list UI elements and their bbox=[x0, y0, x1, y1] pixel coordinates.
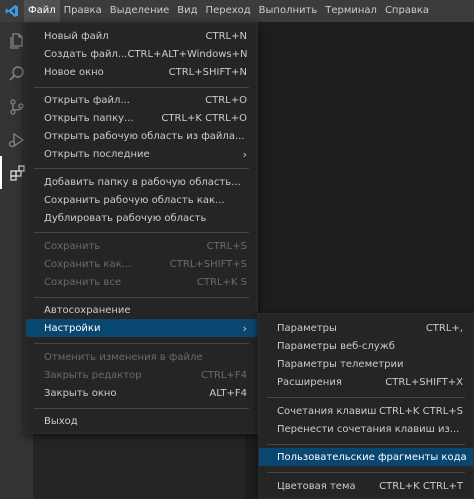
menu-item-label: Закрыть редактор bbox=[44, 369, 142, 381]
submenu-user-snippets[interactable]: Пользовательские фрагменты кода bbox=[259, 448, 473, 466]
menu-item-label: Создать файл... bbox=[44, 48, 128, 60]
menubar-selection[interactable]: Выделение bbox=[106, 0, 174, 22]
menu-item-label: Дублировать рабочую область bbox=[44, 212, 207, 224]
menu-item-shortcut: CTRL+SHIFT+N bbox=[168, 66, 247, 78]
menu-item-shortcut: CTRL+F4 bbox=[200, 369, 247, 381]
menu-item-label: Сохранить рабочую область как... bbox=[44, 194, 225, 206]
menu-add-folder-workspace[interactable]: Добавить папку в рабочую область... bbox=[26, 173, 257, 191]
menu-item-label: Открыть файл... bbox=[44, 94, 130, 106]
menu-item-shortcut: ALT+F4 bbox=[209, 387, 247, 399]
menu-save-workspace-as[interactable]: Сохранить рабочую область как... bbox=[26, 191, 257, 209]
submenu-online-services[interactable]: Параметры веб-служб bbox=[259, 337, 473, 355]
menubar-run[interactable]: Выполнить bbox=[255, 0, 322, 22]
menu-item-label: Добавить папку в рабочую область... bbox=[44, 176, 241, 188]
menu-new-file[interactable]: Новый файл CTRL+N bbox=[26, 27, 257, 45]
menu-item-label: Открыть папку... bbox=[44, 112, 134, 124]
menu-item-shortcut: CTRL+SHIFT+X bbox=[385, 376, 463, 388]
menu-item-label: Открыть последние bbox=[44, 148, 150, 160]
menu-item-label: Отменить изменения в файле bbox=[44, 351, 203, 363]
menu-item-label: Настройки bbox=[44, 322, 101, 334]
menu-item-shortcut: CTRL+K CTRL+O bbox=[161, 112, 247, 124]
menu-separator bbox=[34, 168, 249, 169]
menu-open-workspace[interactable]: Открыть рабочую область из файла... bbox=[26, 127, 257, 145]
menu-item-label: Параметры веб-служб bbox=[277, 340, 395, 352]
menu-item-shortcut: CTRL+K CTRL+T bbox=[379, 480, 463, 492]
menu-item-label: Автосохранение bbox=[44, 304, 131, 316]
submenu-telemetry[interactable]: Параметры телеметрии bbox=[259, 355, 473, 373]
menu-separator bbox=[267, 444, 465, 445]
menu-save[interactable]: Сохранить CTRL+S bbox=[26, 237, 257, 255]
menu-separator bbox=[34, 343, 249, 344]
menu-item-label: Закрыть окно bbox=[44, 387, 117, 399]
menubar-file[interactable]: Файл bbox=[24, 0, 60, 22]
menu-item-label: Открыть рабочую область из файла... bbox=[44, 130, 245, 142]
menubar-go[interactable]: Переход bbox=[202, 0, 255, 22]
menu-item-label: Пользовательские фрагменты кода bbox=[277, 451, 467, 463]
submenu-settings[interactable]: Параметры CTRL+, bbox=[259, 319, 473, 337]
menu-item-shortcut: CTRL+N bbox=[205, 30, 247, 42]
menu-item-label: Новый файл bbox=[44, 30, 109, 42]
submenu-keyboard-shortcuts[interactable]: Сочетания клавиш CTRL+K CTRL+S bbox=[259, 402, 473, 420]
menu-new-window[interactable]: Новое окно CTRL+SHIFT+N bbox=[26, 63, 257, 81]
menubar-edit[interactable]: Правка bbox=[60, 0, 106, 22]
menu-item-label: Сохранить bbox=[44, 240, 101, 252]
menu-item-label: Сохранить как... bbox=[44, 258, 132, 270]
menu-separator bbox=[34, 408, 249, 409]
menu-revert-file[interactable]: Отменить изменения в файле bbox=[26, 348, 257, 366]
menu-item-shortcut: CTRL+, bbox=[425, 322, 463, 334]
menu-item-label: Сохранить все bbox=[44, 276, 121, 288]
menu-create-file[interactable]: Создать файл... CTRL+ALT+Windows+N bbox=[26, 45, 257, 63]
menubar-help[interactable]: Справка bbox=[381, 0, 433, 22]
chevron-right-icon: › bbox=[242, 321, 247, 335]
menu-separator bbox=[267, 472, 465, 473]
file-menu: Новый файл CTRL+N Создать файл... CTRL+ALT… bbox=[25, 22, 258, 434]
menu-item-shortcut: CTRL+SHIFT+S bbox=[169, 258, 247, 270]
preferences-submenu: Параметры CTRL+, Параметры веб-служб Пара… bbox=[258, 313, 474, 499]
menubar-terminal[interactable]: Терминал bbox=[321, 0, 381, 22]
menu-exit[interactable]: Выход bbox=[26, 412, 257, 430]
menu-save-all[interactable]: Сохранить все CTRL+K S bbox=[26, 273, 257, 291]
menu-separator bbox=[34, 297, 249, 298]
menu-item-label: Сочетания клавиш bbox=[277, 405, 377, 417]
menu-item-shortcut: CTRL+ALT+Windows+N bbox=[127, 48, 248, 60]
menu-item-label: Перенести сочетания клавиш из... bbox=[277, 423, 460, 435]
submenu-color-theme[interactable]: Цветовая тема CTRL+K CTRL+T bbox=[259, 477, 473, 495]
menu-separator bbox=[34, 232, 249, 233]
menu-separator bbox=[34, 87, 249, 88]
submenu-extensions[interactable]: Расширения CTRL+SHIFT+X bbox=[259, 373, 473, 391]
menu-item-label: Параметры bbox=[277, 322, 337, 334]
menu-bar: Файл Правка Выделение Вид Переход Выполн… bbox=[0, 0, 474, 22]
menu-item-shortcut: CTRL+K S bbox=[196, 276, 247, 288]
menu-close-window[interactable]: Закрыть окно ALT+F4 bbox=[26, 384, 257, 402]
menu-item-shortcut: CTRL+S bbox=[206, 240, 247, 252]
menu-close-editor[interactable]: Закрыть редактор CTRL+F4 bbox=[26, 366, 257, 384]
menu-item-label: Выход bbox=[44, 415, 78, 427]
menu-separator bbox=[267, 397, 465, 398]
menu-item-label: Цветовая тема bbox=[277, 480, 356, 492]
menu-item-label: Новое окно bbox=[44, 66, 104, 78]
menu-item-label: Параметры телеметрии bbox=[277, 358, 404, 370]
menu-item-label: Расширения bbox=[277, 376, 342, 388]
vscode-logo-icon bbox=[0, 0, 24, 22]
menu-open-recent[interactable]: Открыть последние › bbox=[26, 145, 257, 163]
menu-open-folder[interactable]: Открыть папку... CTRL+K CTRL+O bbox=[26, 109, 257, 127]
menu-open-file[interactable]: Открыть файл... CTRL+O bbox=[26, 91, 257, 109]
menu-item-shortcut: CTRL+O bbox=[205, 94, 247, 106]
submenu-migrate-keybindings[interactable]: Перенести сочетания клавиш из... bbox=[259, 420, 473, 438]
menu-duplicate-workspace[interactable]: Дублировать рабочую область bbox=[26, 209, 257, 227]
menubar-view[interactable]: Вид bbox=[173, 0, 201, 22]
menu-preferences[interactable]: Настройки › bbox=[26, 319, 257, 337]
menu-autosave[interactable]: Автосохранение bbox=[26, 301, 257, 319]
menu-item-shortcut: CTRL+K CTRL+S bbox=[378, 405, 463, 417]
menu-save-as[interactable]: Сохранить как... CTRL+SHIFT+S bbox=[26, 255, 257, 273]
chevron-right-icon: › bbox=[242, 147, 247, 161]
